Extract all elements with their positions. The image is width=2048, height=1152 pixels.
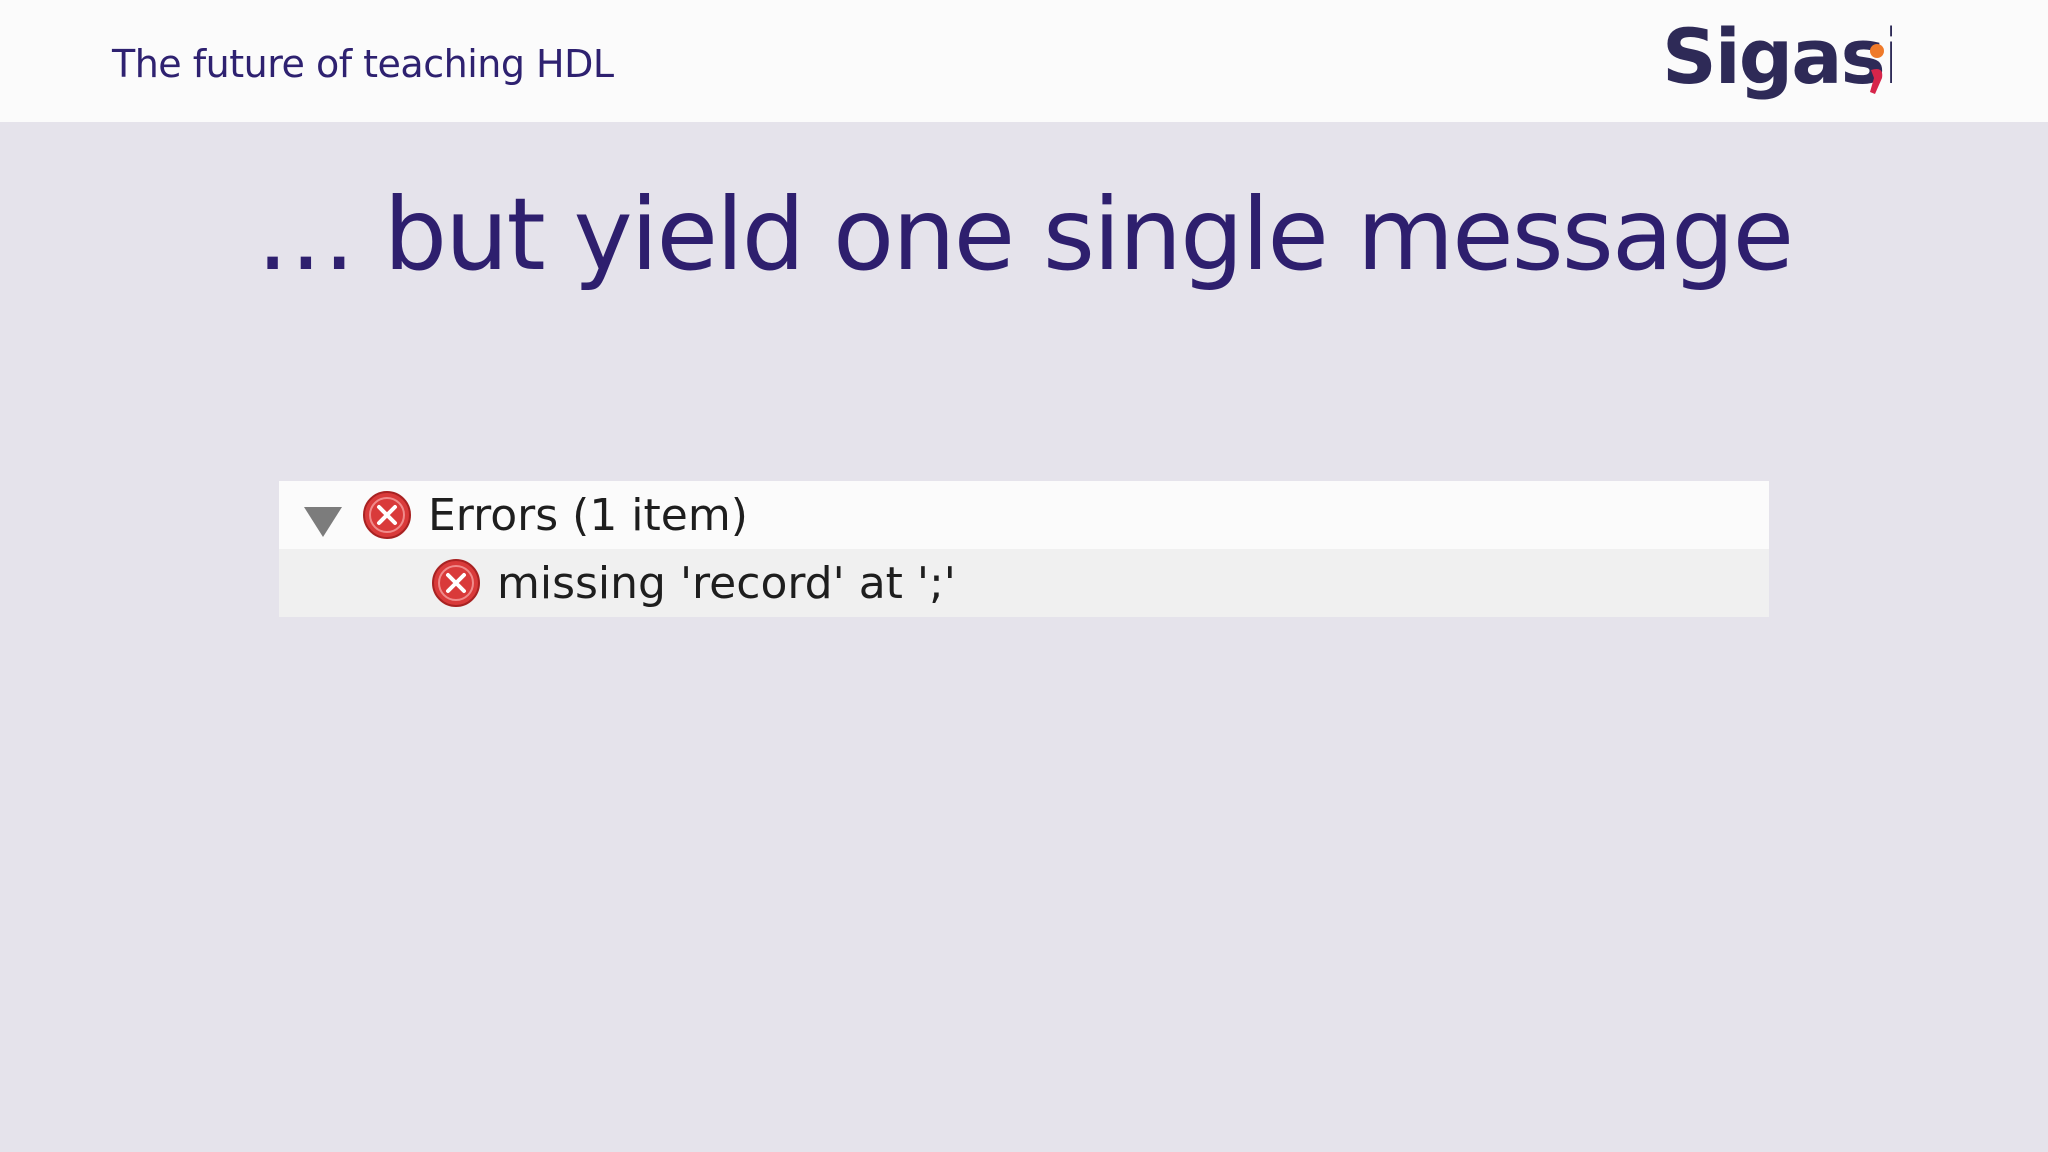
slide-title: … but yield one single message (255, 176, 1794, 293)
error-group-row[interactable]: Errors (1 item) (279, 481, 1769, 549)
expand-triangle-icon[interactable] (304, 507, 342, 537)
header-title: The future of teaching HDL (112, 42, 614, 86)
sigasi-logo: Sigasi (1662, 12, 1892, 101)
slide-header: The future of teaching HDL Sigasi (0, 0, 2048, 122)
svg-text:Sigasi: Sigasi (1662, 12, 1892, 101)
problems-panel: Errors (1 item) missing 'record' at ';' (279, 481, 1769, 617)
error-group-label: Errors (1 item) (428, 490, 748, 541)
error-icon (363, 491, 411, 539)
error-icon (432, 559, 480, 607)
error-item-row[interactable]: missing 'record' at ';' (279, 549, 1769, 617)
error-message: missing 'record' at ';' (497, 558, 956, 609)
